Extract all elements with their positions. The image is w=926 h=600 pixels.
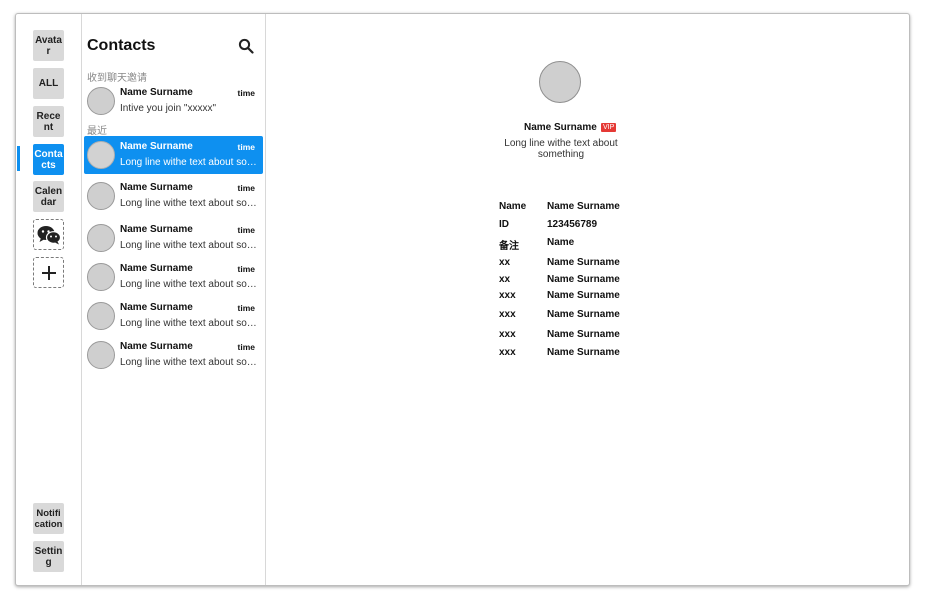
contact-item[interactable]: Name Surname time Long line withe text a… xyxy=(84,297,263,335)
contact-time: time xyxy=(237,303,255,313)
app-window: Avatar ALL Recent Contacts Calendar Noti… xyxy=(15,13,910,586)
avatar xyxy=(87,263,115,291)
avatar xyxy=(87,302,115,330)
avatar xyxy=(87,224,115,252)
contact-name: Name Surname xyxy=(120,341,193,352)
rail-calendar-button[interactable]: Calendar xyxy=(33,181,64,212)
active-indicator xyxy=(17,146,20,171)
contact-time: time xyxy=(237,183,255,193)
contact-time: time xyxy=(237,225,255,235)
avatar xyxy=(87,182,115,210)
info-key: xxx xyxy=(499,290,516,301)
info-value: Name Surname xyxy=(547,290,620,301)
vip-badge: VIP xyxy=(601,123,617,132)
contact-name: Name Surname xyxy=(120,141,193,152)
contact-name: Name Surname xyxy=(120,302,193,313)
wechat-app-button[interactable] xyxy=(33,219,64,250)
recent-section-label: 最近 xyxy=(87,126,107,137)
contact-time: time xyxy=(237,342,255,352)
contact-message: Long line withe text about something xyxy=(120,198,260,209)
contact-message: Long line withe text about something xyxy=(120,357,260,368)
contact-time: time xyxy=(237,142,255,152)
info-key: Name xyxy=(499,201,527,212)
profile-description: Long line withe text about something xyxy=(504,138,618,160)
contact-message: Long line withe text about something xyxy=(120,279,260,290)
info-value: 123456789 xyxy=(547,219,598,230)
rail-recent-button[interactable]: Recent xyxy=(33,106,64,137)
rail-setting-button[interactable]: Setting xyxy=(33,541,64,572)
wechat-icon xyxy=(37,225,61,244)
contact-message: Long line withe text about something xyxy=(120,240,260,251)
info-key: xxx xyxy=(499,309,516,320)
contact-message: Long line withe text about something xyxy=(120,157,260,168)
contact-time: time xyxy=(237,264,255,274)
info-key: xxx xyxy=(499,329,516,340)
info-key: xx xyxy=(499,257,511,268)
contact-message: Intive you join "xxxxx" xyxy=(120,103,217,114)
avatar xyxy=(87,341,115,369)
page-title: Contacts xyxy=(87,37,156,54)
contact-name: Name Surname xyxy=(120,263,193,274)
contact-message: Long line withe text about something xyxy=(120,318,260,329)
profile-avatar xyxy=(539,61,581,103)
contact-name: Name Surname xyxy=(120,182,193,193)
contact-item-selected[interactable]: Name Surname time Long line withe text a… xyxy=(84,136,263,174)
contact-name: Name Surname xyxy=(120,87,193,98)
info-value: Name Surname xyxy=(547,309,620,320)
info-value: Name Surname xyxy=(547,201,620,212)
plus-icon xyxy=(41,265,56,280)
info-value: Name Surname xyxy=(547,257,620,268)
contact-item[interactable]: Name Surname time Long line withe text a… xyxy=(84,336,263,374)
rail-avatar-button[interactable]: Avatar xyxy=(33,30,64,61)
info-key: ID xyxy=(499,219,509,230)
contact-item[interactable]: Name Surname time Long line withe text a… xyxy=(84,258,263,296)
contact-name: Name Surname xyxy=(120,224,193,235)
info-key: xx xyxy=(499,274,511,285)
nav-rail: Avatar ALL Recent Contacts Calendar Noti… xyxy=(16,14,82,585)
info-value: Name Surname xyxy=(547,347,620,358)
rail-notification-button[interactable]: Notification xyxy=(33,503,64,534)
invite-item[interactable]: Name Surname time Intive you join "xxxxx… xyxy=(84,82,263,120)
contact-item[interactable]: Name Surname time Long line withe text a… xyxy=(84,177,263,215)
search-icon[interactable] xyxy=(238,38,254,54)
rail-contacts-button[interactable]: Contacts xyxy=(33,144,64,175)
contact-item[interactable]: Name Surname time Long line withe text a… xyxy=(84,219,263,257)
avatar xyxy=(87,141,115,169)
profile-name: Name Surname xyxy=(524,122,597,133)
contact-detail-panel: Name Surname VIP Long line withe text ab… xyxy=(266,14,909,585)
info-key: xxx xyxy=(499,347,516,358)
info-key: 备注 xyxy=(499,241,519,252)
contact-time: time xyxy=(237,88,255,98)
avatar xyxy=(87,87,115,115)
contacts-panel: Contacts 收到聊天邀请 Name Surname time Intive… xyxy=(82,14,266,585)
add-app-button[interactable] xyxy=(33,257,64,288)
info-value: Name Surname xyxy=(547,329,620,340)
info-value: Name xyxy=(547,237,575,248)
rail-all-button[interactable]: ALL xyxy=(33,68,64,99)
info-value: Name Surname xyxy=(547,274,620,285)
